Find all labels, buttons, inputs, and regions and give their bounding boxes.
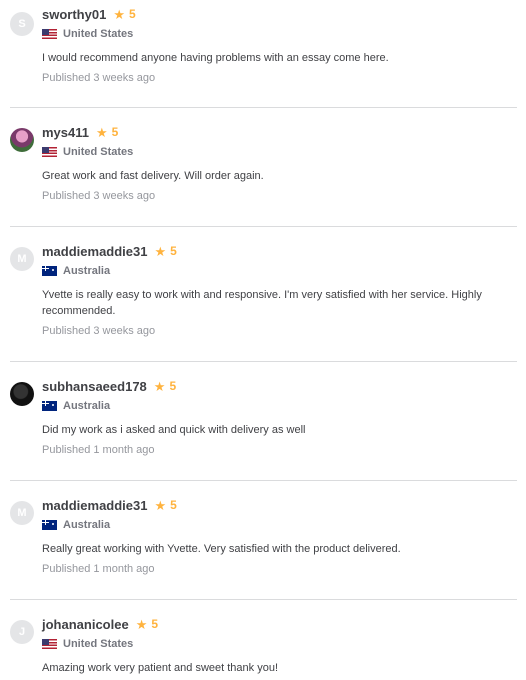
rating: ★ 5 (96, 125, 118, 139)
review-text: Did my work as i asked and quick with de… (42, 424, 306, 436)
rating-value: 5 (169, 379, 177, 393)
published-date: Published 3 weeks ago (42, 325, 156, 337)
star-icon: ★ (113, 6, 125, 22)
avatar[interactable]: M (10, 501, 34, 525)
country: Australia (42, 264, 517, 278)
australia-flag-icon (42, 401, 57, 411)
avatar[interactable]: M (10, 247, 34, 271)
rating-value: 5 (151, 617, 159, 631)
review-text: Yvette is really easy to work with and r… (42, 289, 482, 317)
rating: ★ 5 (154, 379, 176, 393)
published-date: Published 1 month ago (42, 563, 155, 575)
review-item: J johananicolee ★ 5 United States Amazin… (10, 600, 517, 680)
country-name: United States (63, 638, 134, 650)
rating: ★ 5 (155, 498, 177, 512)
country-name: United States (63, 28, 134, 40)
review-text: Great work and fast delivery. Will order… (42, 170, 264, 182)
star-icon: ★ (135, 616, 148, 632)
australia-flag-icon (42, 266, 57, 276)
rating: ★ 5 (155, 244, 177, 258)
published-date: Published 3 weeks ago (42, 190, 156, 202)
review-item: M maddiemaddie31 ★ 5 Australia Yvette is… (10, 227, 517, 362)
avatar[interactable] (10, 382, 34, 406)
country: United States (42, 637, 517, 651)
review-username[interactable]: mys411 (42, 125, 89, 140)
review-username[interactable]: sworthy01 (42, 7, 106, 22)
review-item: M maddiemaddie31 ★ 5 Australia Really gr… (10, 481, 517, 600)
us-flag-icon (42, 29, 57, 39)
country-name: Australia (63, 265, 111, 277)
review-text: Really great working with Yvette. Very s… (42, 543, 401, 555)
published-date: Published 3 weeks ago (42, 72, 156, 84)
review-username[interactable]: maddiemaddie31 (42, 498, 148, 513)
country: United States (42, 145, 517, 159)
review-text: I would recommend anyone having problems… (42, 52, 389, 64)
star-icon: ★ (153, 378, 166, 394)
us-flag-icon (42, 639, 57, 649)
avatar[interactable]: J (10, 620, 34, 644)
australia-flag-icon (42, 520, 57, 530)
review-username[interactable]: maddiemaddie31 (42, 244, 148, 259)
rating: ★ 5 (136, 617, 158, 631)
country-name: Australia (63, 519, 111, 531)
country: United States (42, 27, 517, 41)
country: Australia (42, 399, 517, 413)
country-name: United States (63, 146, 134, 158)
rating-value: 5 (128, 7, 136, 21)
rating-value: 5 (170, 244, 177, 258)
star-icon: ★ (154, 497, 167, 513)
rating: ★ 5 (113, 7, 135, 21)
rating-value: 5 (170, 498, 177, 512)
review-username[interactable]: subhansaeed178 (42, 379, 147, 394)
star-icon: ★ (96, 124, 108, 140)
review-item: mys411 ★ 5 United States Great work and … (10, 108, 517, 227)
published-date: Published 1 month ago (42, 444, 155, 456)
review-item: S sworthy01 ★ 5 United States I would re… (10, 0, 517, 108)
rating-value: 5 (111, 125, 119, 139)
star-icon: ★ (154, 243, 167, 259)
us-flag-icon (42, 147, 57, 157)
country-name: Australia (63, 400, 111, 412)
review-username[interactable]: johananicolee (42, 617, 129, 632)
avatar[interactable]: S (10, 12, 34, 36)
reviews-list: S sworthy01 ★ 5 United States I would re… (0, 0, 526, 680)
country: Australia (42, 518, 517, 532)
review-text: Amazing work very patient and sweet than… (42, 662, 279, 674)
avatar[interactable] (10, 128, 34, 152)
review-item: subhansaeed178 ★ 5 Australia Did my work… (10, 362, 517, 481)
